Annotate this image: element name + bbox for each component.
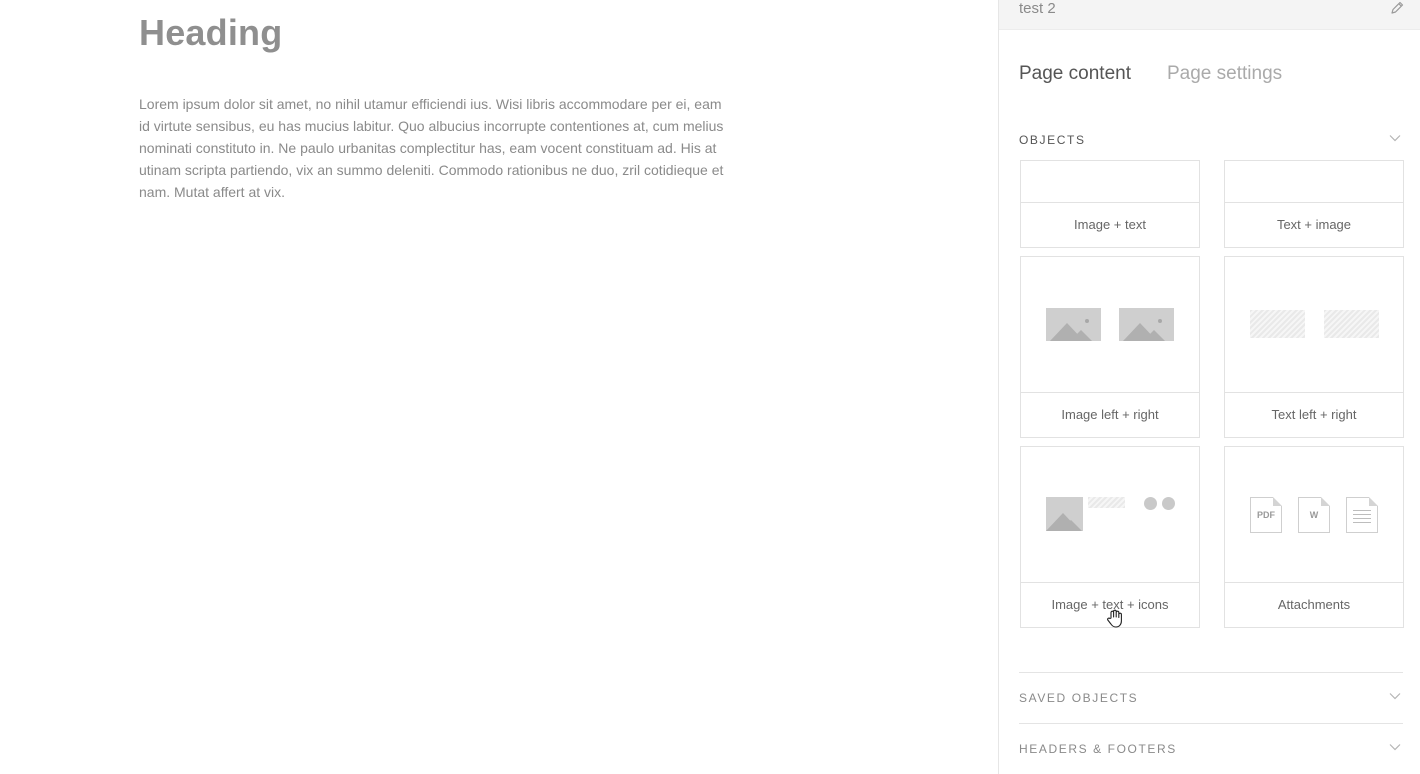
circle-icon bbox=[1162, 497, 1175, 510]
section-divider bbox=[1019, 723, 1403, 724]
headers-footers-section-header[interactable]: HEADERS & FOOTERS bbox=[1019, 739, 1403, 759]
text-file-icon bbox=[1346, 497, 1378, 533]
text-placeholder-icon bbox=[1088, 497, 1125, 508]
tile-label: Image left + right bbox=[1061, 407, 1159, 422]
editor-sidebar: test 2 Page content Page settings OBJECT… bbox=[998, 0, 1420, 774]
headers-footers-section-label: HEADERS & FOOTERS bbox=[1019, 742, 1177, 756]
pencil-icon[interactable] bbox=[1389, 0, 1405, 16]
tab-page-settings[interactable]: Page settings bbox=[1167, 63, 1282, 85]
page-canvas: Heading Lorem ipsum dolor sit amet, no n… bbox=[0, 0, 998, 774]
tile-preview bbox=[1225, 257, 1403, 393]
saved-objects-section-label: SAVED OBJECTS bbox=[1019, 691, 1139, 705]
tile-preview bbox=[1225, 161, 1403, 203]
word-file-icon: W bbox=[1298, 497, 1330, 533]
object-tile-image-text[interactable]: Image + text bbox=[1020, 160, 1200, 248]
section-divider bbox=[1019, 672, 1403, 673]
tile-label: Attachments bbox=[1277, 597, 1351, 612]
image-placeholder-icon bbox=[1046, 497, 1083, 531]
circle-icon bbox=[1144, 497, 1157, 510]
pdf-icon-label: PDF bbox=[1257, 510, 1275, 520]
text-placeholder-icon bbox=[1250, 310, 1305, 338]
page-title-bar: test 2 bbox=[999, 0, 1420, 30]
tile-label: Text left + right bbox=[1271, 407, 1357, 422]
object-tile-text-image[interactable]: Text + image bbox=[1224, 160, 1404, 248]
objects-section-label: OBJECTS bbox=[1019, 133, 1086, 147]
chevron-down-icon[interactable] bbox=[1389, 134, 1401, 142]
word-icon-label: W bbox=[1309, 510, 1319, 520]
tile-preview bbox=[1021, 257, 1199, 393]
object-tile-image-left-right[interactable]: Image left + right bbox=[1020, 256, 1200, 438]
tile-label: Text + image bbox=[1276, 217, 1352, 232]
tile-preview bbox=[1021, 447, 1199, 583]
object-tile-attachments[interactable]: PDF W Attachments bbox=[1224, 446, 1404, 628]
objects-section-header[interactable]: OBJECTS bbox=[1019, 130, 1403, 150]
image-placeholder-icon bbox=[1046, 308, 1101, 341]
hand-cursor-icon bbox=[1107, 609, 1122, 628]
object-tile-text-left-right[interactable]: Text left + right bbox=[1224, 256, 1404, 438]
image-placeholder-icon bbox=[1119, 308, 1174, 341]
pdf-file-icon: PDF bbox=[1250, 497, 1282, 533]
page-heading[interactable]: Heading bbox=[139, 12, 282, 54]
text-placeholder-icon bbox=[1324, 310, 1379, 338]
object-tile-image-text-icons[interactable]: Image + text + icons bbox=[1020, 446, 1200, 628]
saved-objects-section-header[interactable]: SAVED OBJECTS bbox=[1019, 688, 1403, 708]
tab-page-content[interactable]: Page content bbox=[1019, 63, 1131, 85]
chevron-down-icon[interactable] bbox=[1389, 743, 1401, 751]
tile-preview bbox=[1021, 161, 1199, 203]
chevron-down-icon[interactable] bbox=[1389, 692, 1401, 700]
tile-preview: PDF W bbox=[1225, 447, 1403, 583]
body-paragraph[interactable]: Lorem ipsum dolor sit amet, no nihil uta… bbox=[139, 93, 729, 203]
page-name: test 2 bbox=[1019, 0, 1056, 17]
tile-label: Image + text bbox=[1074, 217, 1146, 232]
